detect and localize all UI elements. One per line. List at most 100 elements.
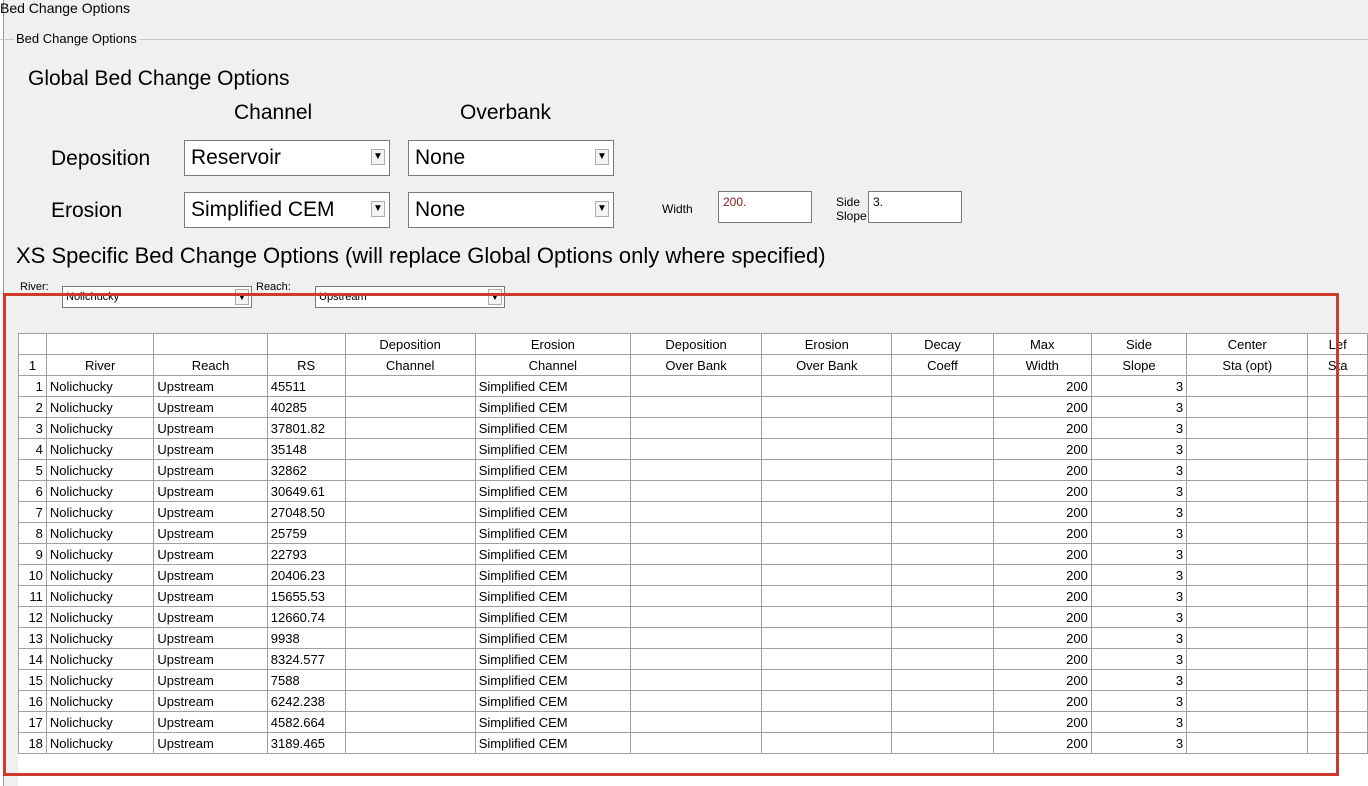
cell-left-sta[interactable] <box>1307 501 1368 523</box>
dropdown-arrow-icon[interactable]: ▼ <box>488 289 502 305</box>
cell-rs[interactable]: 45511 <box>266 375 346 397</box>
cell-erosion-overbank[interactable] <box>761 564 893 586</box>
cell-left-sta[interactable] <box>1307 711 1368 733</box>
cell-river[interactable]: Nolichucky <box>45 375 155 397</box>
dropdown-arrow-icon[interactable]: ▼ <box>595 201 609 217</box>
cell-deposition-overbank[interactable] <box>629 690 763 712</box>
river-select[interactable]: Nolichucky ▼ <box>62 286 252 308</box>
cell-rs[interactable]: 6242.238 <box>266 690 346 712</box>
cell-erosion-overbank[interactable] <box>761 690 893 712</box>
cell-decay-coeff[interactable] <box>891 396 994 418</box>
cell-erosion-overbank[interactable] <box>761 396 893 418</box>
cell-river[interactable]: Nolichucky <box>45 438 155 460</box>
cell-side-slope[interactable]: 3 <box>1090 711 1188 733</box>
cell-left-sta[interactable] <box>1307 669 1368 691</box>
cell-deposition-channel[interactable] <box>344 396 476 418</box>
cell-river[interactable]: Nolichucky <box>45 606 155 628</box>
cell-deposition-channel[interactable] <box>344 690 476 712</box>
cell-max-width[interactable]: 200 <box>992 480 1092 502</box>
cell-center-sta[interactable] <box>1186 606 1309 628</box>
cell-deposition-overbank[interactable] <box>629 459 763 481</box>
cell-rs[interactable]: 4582.664 <box>266 711 346 733</box>
cell-deposition-overbank[interactable] <box>629 606 763 628</box>
cell-rs[interactable]: 3189.465 <box>266 732 346 754</box>
cell-center-sta[interactable] <box>1186 396 1309 418</box>
cell-deposition-channel[interactable] <box>344 522 476 544</box>
cell-reach[interactable]: Upstream <box>153 417 268 439</box>
cell-side-slope[interactable]: 3 <box>1090 585 1188 607</box>
cell-decay-coeff[interactable] <box>891 480 994 502</box>
cell-left-sta[interactable] <box>1307 522 1368 544</box>
cell-left-sta[interactable] <box>1307 732 1368 754</box>
cell-max-width[interactable]: 200 <box>992 585 1092 607</box>
cell-center-sta[interactable] <box>1186 564 1309 586</box>
cell-left-sta[interactable] <box>1307 690 1368 712</box>
cell-deposition-overbank[interactable] <box>629 627 763 649</box>
cell-reach[interactable]: Upstream <box>153 375 268 397</box>
cell-side-slope[interactable]: 3 <box>1090 480 1188 502</box>
cell-erosion-channel[interactable]: Simplified CEM <box>474 627 631 649</box>
cell-deposition-overbank[interactable] <box>629 543 763 565</box>
cell-rs[interactable]: 8324.577 <box>266 648 346 670</box>
cell-deposition-overbank[interactable] <box>629 438 763 460</box>
cell-erosion-overbank[interactable] <box>761 459 893 481</box>
cell-max-width[interactable]: 200 <box>992 438 1092 460</box>
cell-row-number[interactable]: 10 <box>18 564 47 586</box>
cell-center-sta[interactable] <box>1186 711 1309 733</box>
cell-river[interactable]: Nolichucky <box>45 585 155 607</box>
cell-deposition-overbank[interactable] <box>629 480 763 502</box>
cell-side-slope[interactable]: 3 <box>1090 564 1188 586</box>
cell-deposition-overbank[interactable] <box>629 585 763 607</box>
cell-max-width[interactable]: 200 <box>992 564 1092 586</box>
cell-max-width[interactable]: 200 <box>992 648 1092 670</box>
cell-rs[interactable]: 7588 <box>266 669 346 691</box>
xs-options-grid[interactable]: Deposition Erosion Deposition Erosion Decay M… <box>18 333 1368 786</box>
cell-rs[interactable]: 22793 <box>266 543 346 565</box>
cell-river[interactable]: Nolichucky <box>45 732 155 754</box>
cell-erosion-channel[interactable]: Simplified CEM <box>474 648 631 670</box>
cell-deposition-overbank[interactable] <box>629 564 763 586</box>
cell-side-slope[interactable]: 3 <box>1090 417 1188 439</box>
cell-deposition-channel[interactable] <box>344 438 476 460</box>
cell-center-sta[interactable] <box>1186 669 1309 691</box>
cell-erosion-overbank[interactable] <box>761 480 893 502</box>
cell-rs[interactable]: 32862 <box>266 459 346 481</box>
cell-reach[interactable]: Upstream <box>153 690 268 712</box>
cell-decay-coeff[interactable] <box>891 564 994 586</box>
cell-erosion-channel[interactable]: Simplified CEM <box>474 396 631 418</box>
cell-decay-coeff[interactable] <box>891 585 994 607</box>
cell-center-sta[interactable] <box>1186 543 1309 565</box>
cell-reach[interactable]: Upstream <box>153 438 268 460</box>
erosion-overbank-select[interactable]: None ▼ <box>408 192 614 228</box>
cell-erosion-channel[interactable]: Simplified CEM <box>474 375 631 397</box>
cell-max-width[interactable]: 200 <box>992 417 1092 439</box>
cell-row-number[interactable]: 8 <box>18 522 47 544</box>
cell-reach[interactable]: Upstream <box>153 606 268 628</box>
cell-center-sta[interactable] <box>1186 501 1309 523</box>
cell-center-sta[interactable] <box>1186 375 1309 397</box>
cell-row-number[interactable]: 12 <box>18 606 47 628</box>
cell-max-width[interactable]: 200 <box>992 501 1092 523</box>
cell-max-width[interactable]: 200 <box>992 396 1092 418</box>
cell-decay-coeff[interactable] <box>891 606 994 628</box>
cell-deposition-overbank[interactable] <box>629 522 763 544</box>
deposition-overbank-select[interactable]: None ▼ <box>408 140 614 176</box>
cell-erosion-channel[interactable]: Simplified CEM <box>474 690 631 712</box>
cell-deposition-channel[interactable] <box>344 417 476 439</box>
cell-river[interactable]: Nolichucky <box>45 627 155 649</box>
cell-rs[interactable]: 37801.82 <box>266 417 346 439</box>
cell-erosion-channel[interactable]: Simplified CEM <box>474 417 631 439</box>
cell-erosion-channel[interactable]: Simplified CEM <box>474 438 631 460</box>
cell-center-sta[interactable] <box>1186 732 1309 754</box>
cell-row-number[interactable]: 17 <box>18 711 47 733</box>
cell-center-sta[interactable] <box>1186 627 1309 649</box>
cell-max-width[interactable]: 200 <box>992 732 1092 754</box>
cell-deposition-channel[interactable] <box>344 501 476 523</box>
cell-row-number[interactable]: 3 <box>18 417 47 439</box>
cell-side-slope[interactable]: 3 <box>1090 375 1188 397</box>
cell-reach[interactable]: Upstream <box>153 627 268 649</box>
cell-erosion-channel[interactable]: Simplified CEM <box>474 606 631 628</box>
cell-river[interactable]: Nolichucky <box>45 690 155 712</box>
cell-side-slope[interactable]: 3 <box>1090 522 1188 544</box>
cell-reach[interactable]: Upstream <box>153 543 268 565</box>
